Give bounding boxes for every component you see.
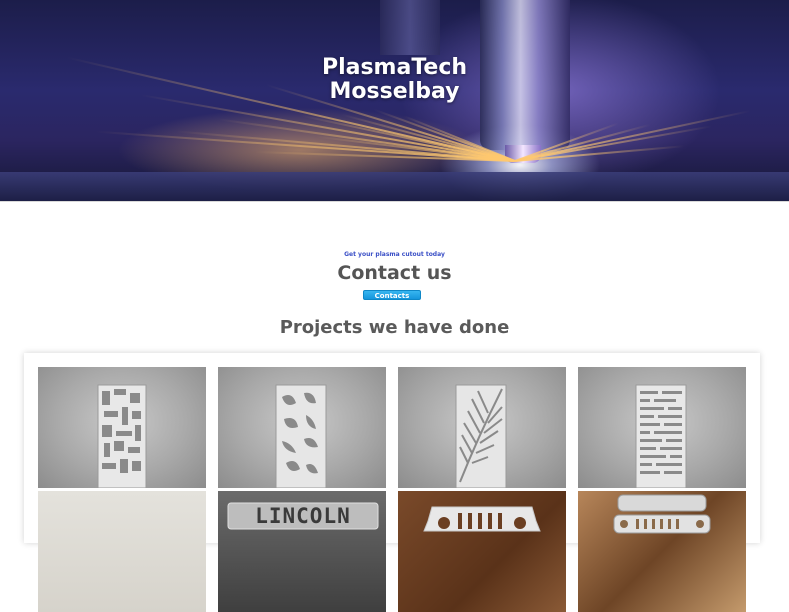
- lincoln-sign-text: LINCOLN: [255, 504, 351, 528]
- contacts-button[interactable]: Contacts: [363, 290, 421, 300]
- projects-gallery: LINCOLN: [24, 353, 760, 612]
- palm-frond-panel-image: [455, 384, 507, 488]
- leaf-panel-image: [275, 384, 327, 488]
- contact-tagline: Get your plasma cutout today: [344, 251, 445, 258]
- hero-metal-plate: [0, 172, 789, 201]
- project-tile-lincoln-sign[interactable]: LINCOLN: [218, 491, 386, 612]
- site-title-line2: Mosselbay: [329, 79, 460, 104]
- project-tile-jeep-grille[interactable]: [398, 491, 566, 612]
- hero-banner: PlasmaTech Mosselbay: [0, 0, 789, 201]
- brick-pattern-panel-image: [635, 384, 687, 488]
- project-tile-wall-piece[interactable]: [38, 491, 206, 612]
- projects-heading: Projects we have done: [279, 317, 510, 338]
- project-tile-jeep-bottle-openers[interactable]: [578, 491, 746, 612]
- jeep-grille-image: [423, 506, 541, 532]
- hero-machine-graphic: [380, 0, 440, 55]
- contact-heading: Contact us: [337, 262, 452, 284]
- jeep-bottle-openers-image: [613, 494, 711, 534]
- geometric-panel-image: [97, 384, 147, 488]
- site-title-line1: PlasmaTech: [321, 55, 468, 80]
- hero-divider: [0, 201, 789, 202]
- project-tile-brick-pattern-panel[interactable]: [578, 367, 746, 488]
- site-title: PlasmaTech Mosselbay: [0, 56, 789, 104]
- project-tile-geometric-panel[interactable]: [38, 367, 206, 488]
- project-tile-leaf-panel[interactable]: [218, 367, 386, 488]
- wall-piece-image: [38, 491, 206, 612]
- project-tile-palm-frond-panel[interactable]: [398, 367, 566, 488]
